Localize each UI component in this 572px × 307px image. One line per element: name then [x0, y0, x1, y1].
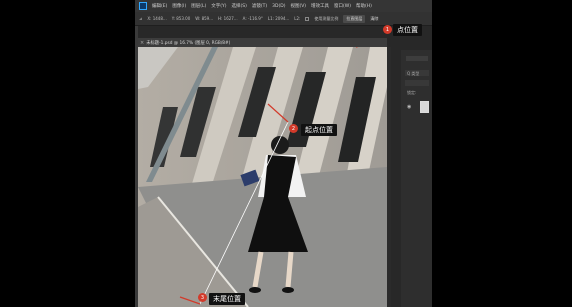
photo-image — [138, 47, 387, 307]
close-icon[interactable]: × — [140, 40, 144, 46]
y-readout: Y: 853.00 — [171, 16, 191, 21]
callout-point-position: 点位置 — [393, 24, 422, 36]
l1-readout: L1: 2094... — [267, 16, 290, 21]
kind-filter-label: Q 类型 — [407, 71, 420, 76]
eye-icon[interactable]: ◉ — [407, 104, 411, 110]
clear-button[interactable]: 清除 — [370, 16, 378, 22]
use-scale-label: 使用测量比例 — [314, 15, 339, 21]
ruler-tool-icon[interactable]: ⊿ — [139, 16, 142, 21]
menu-image[interactable]: 图像(I) — [172, 3, 186, 9]
menu-help[interactable]: 帮助(H) — [356, 3, 372, 9]
photoshop-window: 编辑(E) 图像(I) 图层(L) 文字(Y) 选择(S) 滤镜(T) 3D(D… — [135, 0, 432, 307]
angle-readout: A: -116.9° — [242, 16, 263, 21]
menu-3d[interactable]: 3D(D) — [272, 4, 285, 9]
document-canvas[interactable] — [138, 47, 387, 307]
panel-tab[interactable] — [406, 56, 428, 61]
menu-view[interactable]: 视图(V) — [290, 3, 306, 9]
l2-readout: L2: — [294, 16, 301, 21]
menu-edit[interactable]: 编辑(E) — [152, 3, 167, 9]
straighten-layer-button[interactable]: 拉直图层 — [343, 14, 366, 23]
options-bar: ⊿ X: 1448... Y: 853.00 W: 859... H: 1627… — [135, 12, 432, 26]
blend-mode-select[interactable] — [405, 80, 429, 86]
h-readout: H: 1627... — [218, 16, 238, 21]
document-title: 未标题-1.psd @ 16.7% (图层 0, RGB/8#) — [146, 40, 231, 46]
badge-start: 2 — [289, 124, 298, 133]
badge-end: 3 — [198, 293, 207, 302]
layer-thumbnail[interactable] — [420, 101, 429, 113]
menu-select[interactable]: 选择(S) — [232, 3, 247, 9]
photoshop-logo-icon — [139, 2, 147, 10]
menu-plugins[interactable]: 增效工具 — [311, 3, 329, 9]
x-readout: X: 1448... — [147, 16, 167, 21]
vertical-scrollbar[interactable] — [387, 47, 391, 307]
w-readout: W: 859... — [195, 16, 214, 21]
right-panels — [401, 50, 432, 307]
menu-filter[interactable]: 滤镜(T) — [252, 3, 267, 9]
menu-window[interactable]: 窗口(W) — [334, 3, 351, 9]
menu-layer[interactable]: 图层(L) — [191, 3, 206, 9]
badge-point: 1 — [383, 25, 392, 34]
callout-start-position: 起点位置 — [301, 124, 337, 136]
menu-type[interactable]: 文字(Y) — [211, 3, 226, 9]
lock-label: 锁定: — [407, 90, 417, 95]
document-tab[interactable]: × 未标题-1.psd @ 16.7% (图层 0, RGB/8#) — [138, 38, 387, 47]
callout-end-position: 末尾位置 — [209, 293, 245, 305]
menu-bar: 编辑(E) 图像(I) 图层(L) 文字(Y) 选择(S) 滤镜(T) 3D(D… — [135, 0, 432, 12]
use-scale-checkbox[interactable] — [305, 16, 310, 21]
